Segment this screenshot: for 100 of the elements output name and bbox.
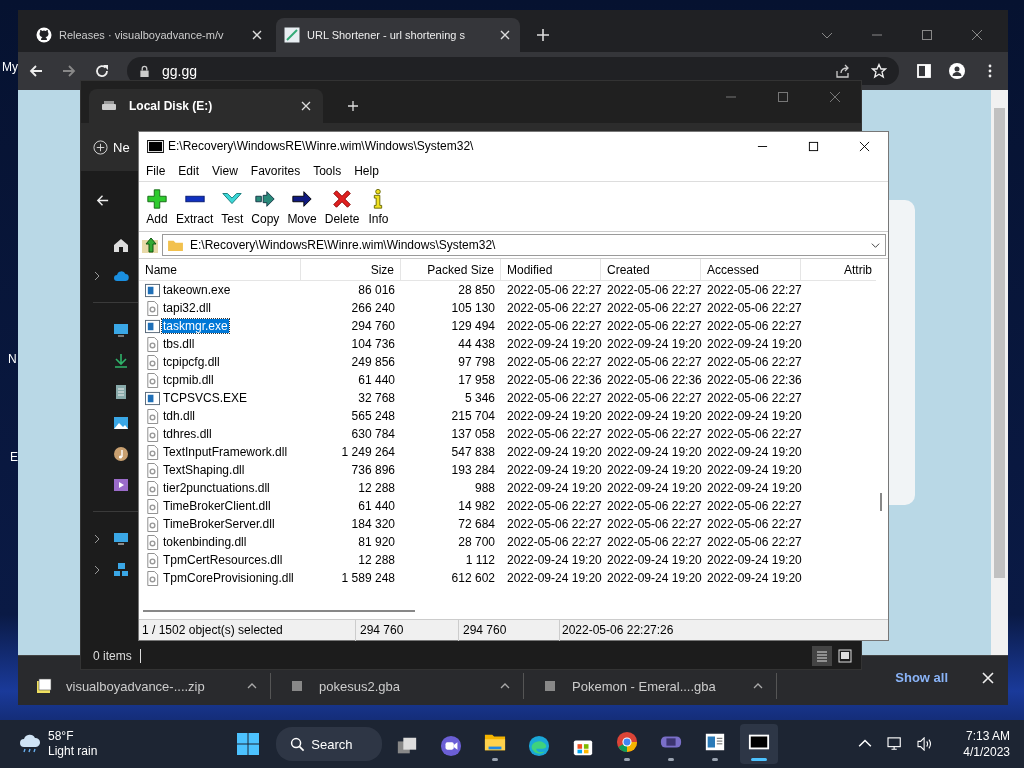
start-icon[interactable] [236, 732, 261, 756]
file-name[interactable]: TpmCoreProvisioning.dll [162, 571, 295, 585]
clock[interactable]: 7:13 AM 4/1/2023 [963, 728, 1010, 760]
rain-cloud-icon [18, 734, 42, 754]
table-cell-text: 2022-05-06 22:27 [506, 517, 601, 531]
profile-avatar-icon[interactable] [949, 63, 965, 79]
picture-icon[interactable] [113, 414, 129, 431]
expand-chevron-icon[interactable] [93, 564, 101, 575]
file-name[interactable]: tdhres.dll [162, 427, 213, 441]
file-name[interactable]: TextInputFramework.dll [162, 445, 289, 459]
table-cell-text: 2022-05-06 22:27 [706, 499, 801, 513]
file-name[interactable]: tdh.dll [162, 409, 197, 423]
file-name[interactable]: tbs.dll [162, 337, 196, 351]
share-icon[interactable] [835, 63, 851, 79]
file-name[interactable]: tokenbinding.dll [162, 535, 248, 549]
table-cell-text: 2022-05-06 22:36 [606, 373, 701, 387]
file-name[interactable]: tier2punctuations.dll [162, 481, 271, 495]
new-button[interactable]: Ne [91, 135, 132, 159]
download-item[interactable]: visualboyadvance-....zip [36, 673, 271, 699]
bookmark-star-icon[interactable] [871, 63, 887, 79]
table-cell-text: 2022-05-06 22:36 [706, 373, 801, 387]
new-tab-icon[interactable] [347, 100, 359, 112]
taskbar-app-button[interactable] [740, 724, 779, 764]
expand-chevron-icon[interactable] [93, 270, 101, 281]
file-name[interactable]: TCPSVCS.EXE [162, 391, 249, 405]
file-name[interactable]: TimeBrokerServer.dll [162, 517, 276, 531]
toolbar-button[interactable]: Info [364, 185, 393, 228]
file-name[interactable]: tapi32.dll [162, 301, 213, 315]
file-name[interactable]: taskmgr.exe [162, 319, 229, 333]
zip-file-icon [36, 678, 52, 694]
menu-item[interactable]: Help [354, 163, 379, 178]
search-button[interactable]: Search [276, 727, 383, 761]
column-header[interactable]: Created [601, 259, 701, 281]
forward-arrow-icon[interactable] [61, 63, 77, 79]
toolbar-button[interactable]: Delete [321, 185, 363, 228]
network-icon[interactable] [113, 561, 129, 578]
computer-icon[interactable] [113, 530, 129, 547]
table-cell-text: 1 589 248 [340, 571, 396, 585]
expand-chevron-icon[interactable] [93, 533, 101, 544]
browser-tab[interactable]: Releases · visualboyadvance-m/v [28, 18, 272, 52]
toolbar-button[interactable]: Move [284, 185, 320, 228]
show-all-button[interactable]: Show all [887, 666, 956, 689]
document-icon[interactable] [113, 383, 129, 400]
new-tab-icon[interactable] [536, 28, 550, 42]
file-name[interactable]: TextShaping.dll [162, 463, 246, 477]
column-header[interactable]: Accessed [701, 259, 801, 281]
file-name[interactable]: tcpipcfg.dll [162, 355, 221, 369]
music-icon[interactable] [113, 445, 129, 462]
monitor-icon[interactable] [887, 737, 904, 751]
close-tab-icon[interactable] [252, 30, 264, 40]
column-header[interactable]: Name [139, 259, 301, 281]
toolbar-button[interactable]: Test [218, 185, 247, 228]
file-name[interactable]: TimeBrokerClient.dll [162, 499, 272, 513]
gear-document-icon [145, 372, 160, 388]
desktop-icon-label[interactable]: E [10, 450, 18, 464]
column-header[interactable]: Size [301, 259, 401, 281]
table-cell-text: 2022-09-24 19:20 [606, 481, 701, 495]
download-item[interactable]: pokesus2.gba [289, 673, 524, 699]
file-name[interactable]: tcpmib.dll [162, 373, 215, 387]
maximize-icon[interactable] [808, 140, 819, 152]
speaker-icon[interactable] [917, 737, 934, 751]
close-tab-icon[interactable] [500, 30, 512, 40]
menu-item[interactable]: View [212, 163, 238, 178]
menu-item[interactable]: Edit [178, 163, 200, 178]
browser-tab[interactable]: URL Shortener - url shortening s [276, 18, 520, 52]
close-tab-icon[interactable] [301, 101, 311, 111]
table-cell-text: 2022-05-06 22:27 [506, 499, 601, 513]
toolbar-button[interactable]: Extract [173, 185, 217, 228]
reload-icon[interactable] [94, 63, 110, 79]
file-name[interactable]: takeown.exe [162, 283, 232, 297]
menu-item[interactable]: Tools [313, 163, 342, 178]
desktop-icon-label[interactable]: My [2, 60, 18, 74]
download-icon[interactable] [113, 352, 129, 369]
file-name[interactable]: TpmCertResources.dll [162, 553, 284, 567]
table-cell-text: 565 248 [350, 409, 396, 423]
desktop-icon-label[interactable]: N [8, 352, 17, 366]
menu-item[interactable]: Favorites [250, 163, 301, 178]
column-header[interactable]: Modified [501, 259, 601, 281]
close-icon[interactable] [859, 140, 870, 152]
toolbar-button[interactable]: Copy [248, 185, 283, 228]
download-item[interactable]: Pokemon - Emeral....gba [542, 673, 777, 699]
archive-manager-window: E:\Recovery\WindowsRE\Winre.wim\Windows\System32\ File Edit View Favorites Tools Help Add Extract Test Copy Move Delete Info E:\Recovery\WindowsRE\Winre.wim\Windows\System32\ Name Size Packed Size Modified Created Accessed Attrib takeown.exe 86 016 28 850 2022-05-06 22:27 2022-05-06 22:27 2022-05-06 22:27 tapi32.dll 266 240 105 130 2022-05-06 22:27 2022-05-06 22:27 2022-05-06 22:27 taskmgr.exe 294 760 129 494 2022-05-06 22:27 2022-05-06 22:27 2022-05-06 22:27 tbs.dll 104 736 44 438 2022-09-24 19:20 2022-09-24 19:20 2022-09-24 19:20 tcpipcfg.dll 249 856 97 798 2022-05-06 22:27 2022-05-06 22:27 2022-05-06 22:27 tcpmib.dll 61 440 17 958 2022-05-06 22:36 2022-05-06 22:36 2022-05-06 22:36 TCPSVCS.EXE 32 768 5 346 2022-05-06 22:27 2022-05-06 22:27 2022-05-06 22:27 tdh.dll 565 248 215 704 2022-09-24 19:20 2022-09-24 19:20 2022-09-24 19:20 tdhres.dll 630 784 137 058 2022-05-06 22:27 2022-05-06 22:27 2022-05-06 22:27 TextInputFramework.dll 1 249 264 547 838 2022-09-24 19:20 2022-09-24 19:20 2022-09-24 19:20 TextShaping.dll 736 896 193 284 2022-09-24 19:20 2022-09-24 19:20 2022-09-24 19:20 tier2punctuations.dll 12 288 988 2022-09-24 19:20 2022-09-24 19:20 2022-09-24 19:20 TimeBrokerClient.dll 61 440 14 982 2022-05-06 22:27 2022-05-06 22:27 2022-05-06 22:27 TimeBrokerServer.dll 184 320 72 684 2022-05-06 22:27 2022-05-06 22:27 2022-05-06 22:27 tokenbinding.dll 81 920 28 700 2022-05-06 22:27 2022-05-06 22:27 2022-05-06 22:27 TpmCertResources.dll 12 288 1 112 2022-09-24 19:20 2022-09-24 19:20 2022-09-24 19:20 TpmCoreProvisioning.dll 1 589 248 612 602 2022-09-24 19:20 2022-09-24 19:20 2022-09-24 19:20 1 / 1502 object(s) selected 294 760 294 760 2022-05-06 22:27:26 [138, 131, 889, 641]
video-icon[interactable] [113, 476, 129, 493]
toolbar-button[interactable]: Add [143, 185, 171, 228]
menu-item[interactable]: File [146, 163, 166, 178]
table-cell-text: 193 284 [450, 463, 496, 477]
desktop-icon[interactable] [113, 321, 129, 338]
page-scrollbar[interactable] [991, 90, 1008, 655]
explorer-tab[interactable]: Local Disk (E:) [89, 89, 323, 123]
home-icon[interactable] [113, 236, 129, 253]
back-arrow-icon[interactable] [28, 63, 44, 79]
column-header[interactable]: Packed Size [401, 259, 501, 281]
path-field[interactable]: E:\Recovery\WindowsRE\Winre.wim\Windows\System32\ [162, 234, 886, 256]
table-cell-text: 2022-05-06 22:27 [506, 283, 601, 297]
table-cell-text: 2022-05-06 22:27 [706, 391, 801, 405]
side-panel-icon[interactable] [916, 63, 932, 79]
tiles-view-icon[interactable] [835, 646, 855, 666]
up-folder-icon[interactable] [141, 236, 159, 254]
table-cell-text: 2022-05-06 22:27 [706, 355, 801, 369]
table-cell-text: 266 240 [350, 301, 396, 315]
